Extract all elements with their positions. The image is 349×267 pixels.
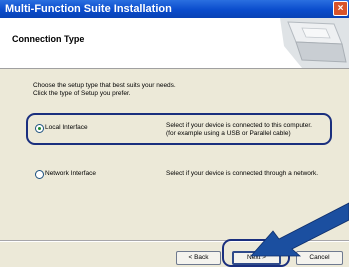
- installer-window: Multi-Function Suite Installation × Conn…: [0, 0, 349, 267]
- pointer-arrow-icon: [250, 202, 349, 257]
